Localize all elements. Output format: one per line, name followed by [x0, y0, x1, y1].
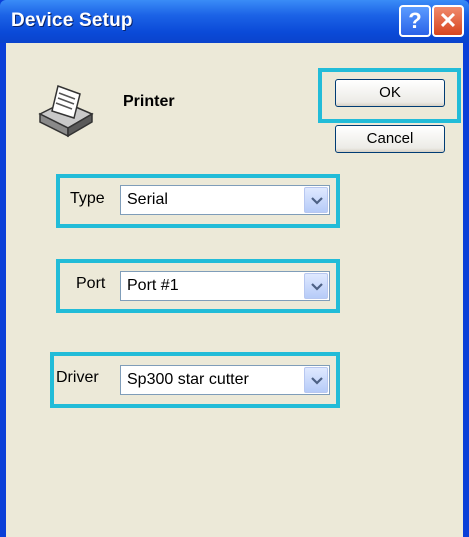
driver-value: Sp300 star cutter — [127, 371, 249, 388]
printer-icon — [38, 85, 94, 138]
device-setup-window: Device Setup ? ✕ Printer OK Cancel Type … — [0, 0, 469, 537]
driver-dropdown-button[interactable] — [304, 367, 328, 393]
type-dropdown-button[interactable] — [304, 187, 328, 213]
close-button[interactable]: ✕ — [432, 5, 464, 37]
type-label: Type — [70, 190, 105, 207]
help-button[interactable]: ? — [399, 5, 431, 37]
dialog-body: Printer OK Cancel Type Serial Port Port … — [6, 43, 463, 537]
chevron-down-icon — [311, 283, 323, 291]
type-select[interactable]: Serial — [120, 185, 330, 215]
title-bar[interactable]: Device Setup ? ✕ — [0, 0, 469, 43]
ok-button[interactable]: OK — [335, 79, 445, 107]
port-dropdown-button[interactable] — [304, 273, 328, 299]
port-label: Port — [76, 275, 106, 292]
window-title: Device Setup — [11, 10, 133, 31]
port-value: Port #1 — [127, 277, 179, 294]
chevron-down-icon — [311, 197, 323, 205]
type-value: Serial — [127, 191, 168, 208]
driver-label: Driver — [56, 369, 99, 386]
driver-select[interactable]: Sp300 star cutter — [120, 365, 330, 395]
chevron-down-icon — [311, 377, 323, 385]
device-heading: Printer — [123, 93, 175, 110]
cancel-button[interactable]: Cancel — [335, 125, 445, 153]
port-select[interactable]: Port #1 — [120, 271, 330, 301]
